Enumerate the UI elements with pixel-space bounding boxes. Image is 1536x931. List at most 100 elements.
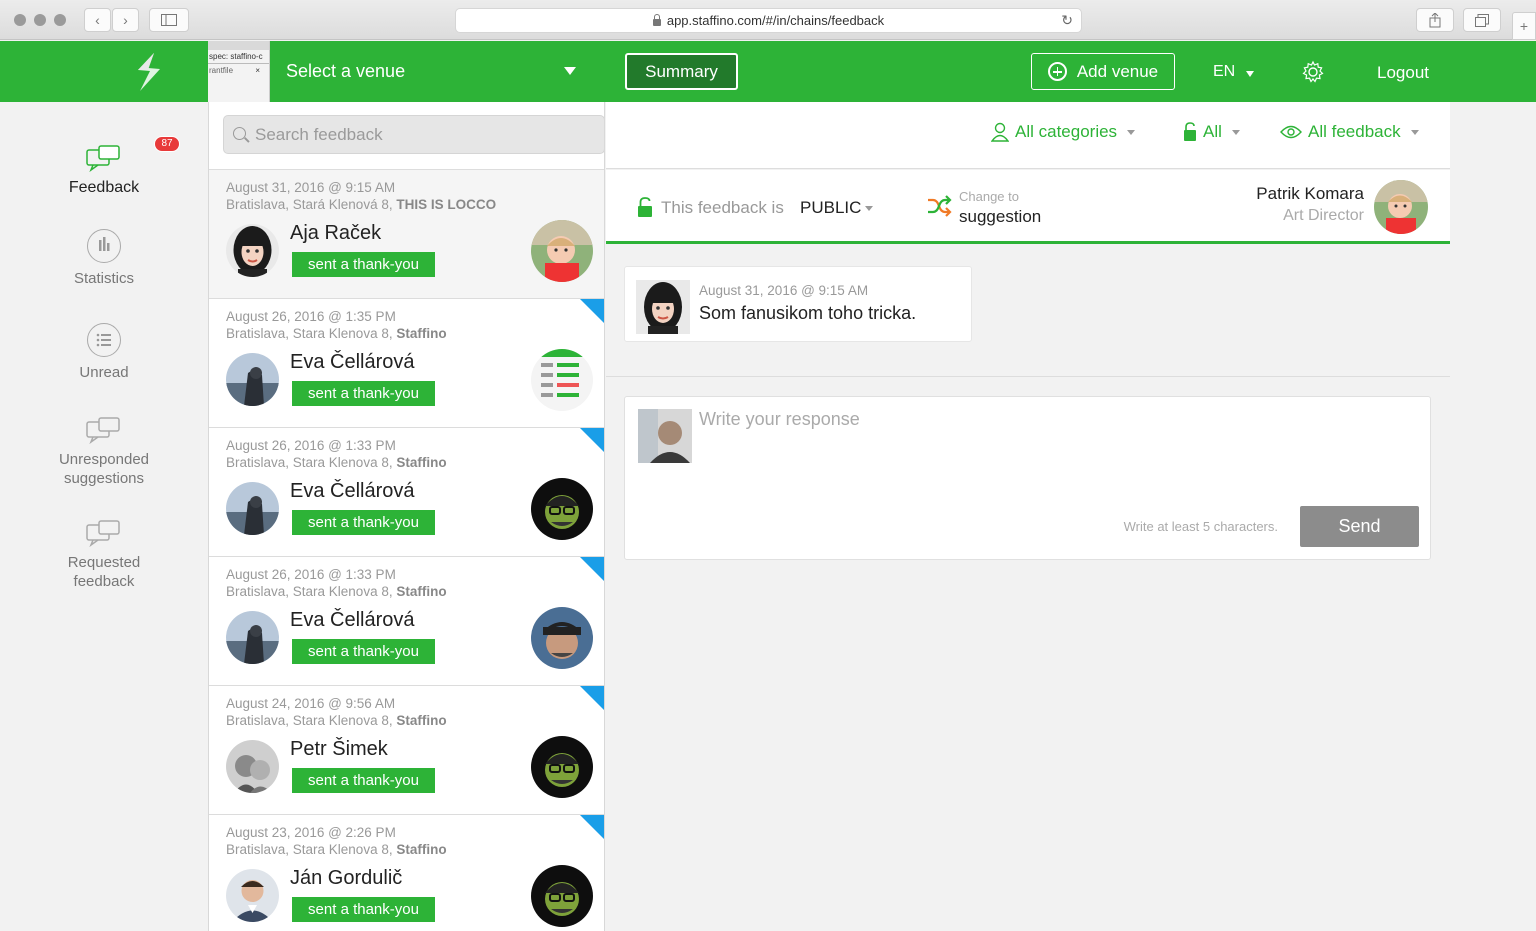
lock-icon [652, 14, 661, 26]
staff-avatar [531, 865, 593, 927]
feedback-list-item[interactable]: August 26, 2016 @ 1:33 PM Bratislava, St… [209, 557, 604, 686]
unread-marker [580, 428, 604, 452]
response-hint: Write at least 5 characters. [1123, 519, 1278, 534]
feedback-location: Bratislava, Stara Klenova 8, Staffino [226, 584, 447, 599]
language-select[interactable]: EN [1213, 63, 1235, 81]
feedback-date: August 26, 2016 @ 1:33 PM [226, 438, 396, 453]
visibility-select[interactable]: PUBLIC [800, 198, 861, 218]
feedback-location: Bratislava, Stará Klenová 8, THIS IS LOC… [226, 197, 497, 212]
feedback-filter[interactable]: All feedback [1280, 122, 1419, 142]
venue-select[interactable]: Select a venue [286, 61, 405, 82]
url-text: app.staffino.com/#/in/chains/feedback [666, 13, 885, 28]
sidebar-item-feedback[interactable]: Feedback [0, 144, 208, 197]
venue-name: Staffino [396, 842, 447, 857]
bar-chart-icon [87, 229, 121, 263]
customer-name: Eva Čellárová [290, 351, 415, 373]
chat-bubbles-icon [86, 520, 120, 547]
customer-name: Ján Gordulič [290, 867, 403, 889]
eye-icon [1280, 125, 1302, 139]
search-field[interactable] [223, 115, 604, 154]
visibility-label: This feedback is [661, 198, 784, 217]
window-minimize-button[interactable] [34, 14, 46, 26]
venue-tab-thumbnail[interactable]: spec: staffino-c rantfile × [208, 41, 270, 102]
unread-marker [580, 686, 604, 710]
sidebar-item-label: Unresponded suggestions [58, 451, 150, 487]
share-icon [1429, 12, 1441, 27]
venue-name: Staffino [396, 326, 447, 341]
forward-button[interactable]: › [112, 8, 139, 32]
change-to-suggestion-link[interactable]: suggestion [959, 207, 1041, 227]
sidebar-item-unread[interactable]: Unread [0, 323, 208, 382]
caret-down-icon[interactable] [564, 67, 576, 75]
sidebar-item-label: Unread [79, 364, 129, 381]
feedback-date: August 26, 2016 @ 1:33 PM [226, 567, 396, 582]
caret-down-icon[interactable] [1246, 71, 1254, 77]
sidebar-item-label: Feedback [68, 179, 140, 196]
feedback-detail-header: This feedback is PUBLIC Change to sugges… [606, 170, 1450, 244]
new-tab-button[interactable]: + [1512, 12, 1536, 40]
thank-you-tag: sent a thank-you [292, 639, 435, 664]
browser-toolbar: ‹ › app.staffino.com/#/in/chains/feedbac… [0, 0, 1536, 40]
plus-icon: + [1519, 18, 1529, 34]
window-zoom-button[interactable] [54, 14, 66, 26]
feedback-location: Bratislava, Stara Klenova 8, Staffino [226, 842, 447, 857]
feedback-list-item[interactable]: August 26, 2016 @ 1:35 PM Bratislava, St… [209, 299, 604, 428]
shuffle-icon[interactable] [927, 194, 952, 218]
sidebar-item-statistics[interactable]: Statistics [0, 229, 208, 288]
staff-role: Art Director [1283, 207, 1364, 224]
sidebar-toggle-button[interactable] [149, 8, 189, 32]
feedback-list-item[interactable]: August 26, 2016 @ 1:33 PM Bratislava, St… [209, 428, 604, 557]
customer-name: Eva Čellárová [290, 609, 415, 631]
staff-avatar [531, 349, 593, 411]
feedback-location: Bratislava, Stara Klenova 8, Staffino [226, 326, 447, 341]
back-button[interactable]: ‹ [84, 8, 111, 32]
window-close-button[interactable] [14, 14, 26, 26]
thank-you-tag: sent a thank-you [292, 381, 435, 406]
summary-button[interactable]: Summary [625, 53, 738, 90]
reload-icon[interactable]: ↻ [1061, 12, 1073, 29]
gear-icon[interactable] [1301, 60, 1325, 84]
staff-avatar [531, 478, 593, 540]
staff-avatar [531, 607, 593, 669]
response-composer: Write at least 5 characters. Send [624, 396, 1431, 560]
user-avatar [638, 409, 692, 463]
venue-tab-line: rantfile × [209, 66, 260, 75]
share-button[interactable] [1416, 8, 1454, 32]
page-background [1450, 102, 1536, 931]
unread-marker [580, 299, 604, 323]
response-input[interactable] [699, 409, 1409, 489]
category-filter[interactable]: All categories [991, 122, 1136, 142]
search-icon [233, 127, 246, 140]
visibility-filter[interactable]: All [1183, 122, 1240, 142]
sidebar: Feedback 87 Statistics Unread Unresponde… [0, 102, 208, 931]
venue-name: Staffino [396, 713, 447, 728]
feedback-list-item[interactable]: August 24, 2016 @ 9:56 AM Bratislava, St… [209, 686, 604, 815]
add-venue-button[interactable]: Add venue [1031, 53, 1175, 90]
address-bar[interactable]: app.staffino.com/#/in/chains/feedback ↻ [455, 8, 1082, 33]
app-header: spec: staffino-c rantfile × Select a venu… [0, 41, 1536, 102]
thank-you-tag: sent a thank-you [292, 768, 435, 793]
feedback-list-item[interactable]: August 23, 2016 @ 2:26 PM Bratislava, St… [209, 815, 604, 931]
feedback-list-panel: August 31, 2016 @ 9:15 AM Bratislava, St… [208, 102, 605, 931]
feedback-date: August 26, 2016 @ 1:35 PM [226, 309, 396, 324]
search-bar [209, 102, 604, 170]
unlock-icon[interactable] [637, 197, 653, 217]
feedback-list-item[interactable]: August 31, 2016 @ 9:15 AM Bratislava, St… [209, 170, 604, 299]
sidebar-item-requested-feedback[interactable]: Requested feedback [0, 519, 208, 591]
logout-link[interactable]: Logout [1377, 63, 1429, 83]
sidebar-item-unresponded-suggestions[interactable]: Unresponded suggestions [0, 416, 208, 488]
feedback-date: August 31, 2016 @ 9:15 AM [226, 180, 396, 195]
chat-bubbles-icon [86, 145, 120, 172]
search-input[interactable] [255, 116, 595, 153]
customer-avatar [226, 869, 279, 922]
category-filter-label: All categories [1015, 122, 1118, 141]
staffino-logo-icon[interactable] [132, 52, 166, 92]
send-button[interactable]: Send [1300, 506, 1419, 547]
close-icon[interactable]: × [255, 66, 260, 75]
tabs-button[interactable] [1463, 8, 1501, 32]
caret-down-icon[interactable] [865, 206, 873, 211]
feedback-message-card: August 31, 2016 @ 9:15 AM Som fanusikom … [624, 266, 972, 342]
thank-you-tag: sent a thank-you [292, 252, 435, 277]
chevron-right-icon: › [123, 12, 128, 28]
caret-down-icon [1410, 129, 1419, 135]
